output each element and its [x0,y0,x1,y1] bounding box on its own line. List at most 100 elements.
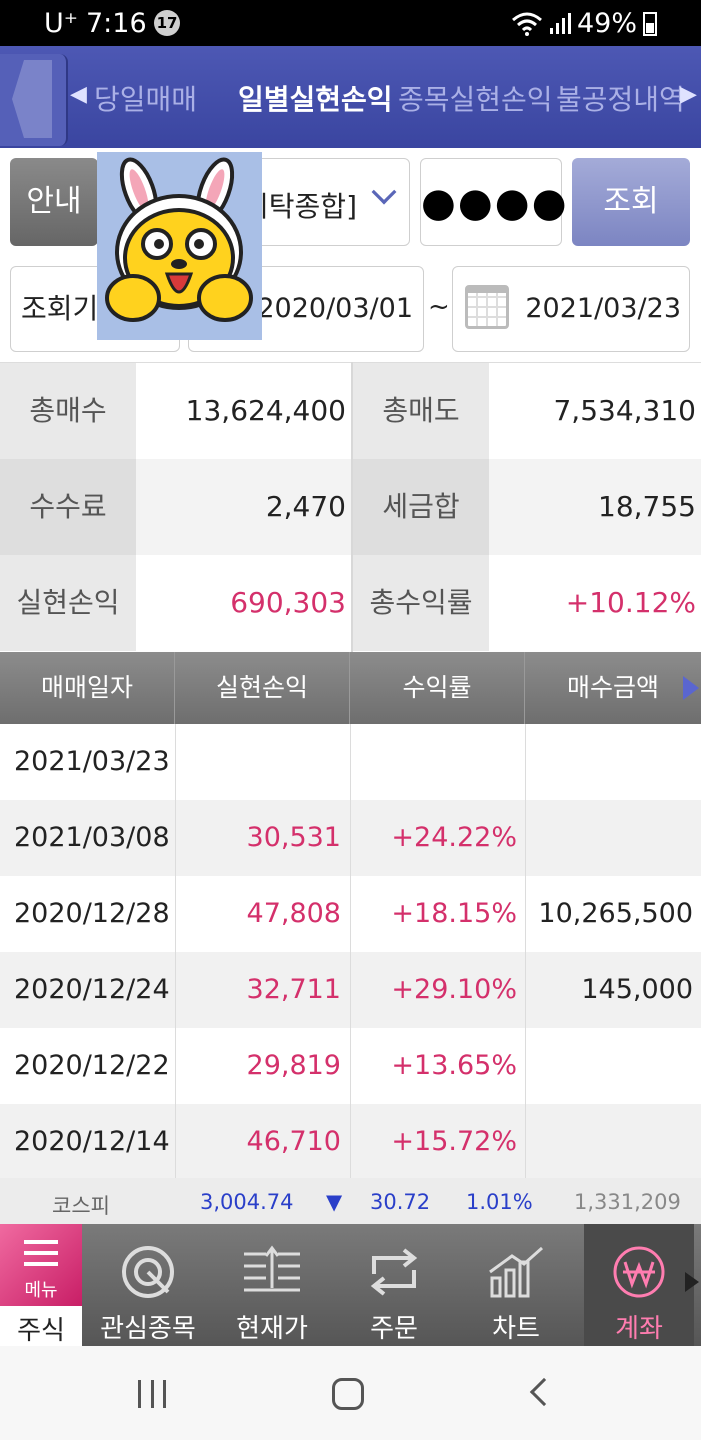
nav-watchlist[interactable]: 관심종목 [88,1224,208,1346]
ticker-change-pct: 1.01% [466,1190,533,1214]
battery-percent: 49% [576,8,637,39]
row-return-rate: +18.15% [391,898,517,929]
column-divider [525,724,526,1178]
row-date: 2020/12/24 [14,974,170,1005]
nav-label: 차트 [492,1314,540,1344]
date-separator: ~ [428,292,450,322]
index-ticker[interactable]: 코스피 3,004.74 ▼ 30.72 1.01% 1,331,209 [0,1178,701,1224]
calendar-icon[interactable] [465,285,509,329]
nav-current-price[interactable]: 현재가 [212,1224,332,1346]
ticker-change: 30.72 [370,1190,431,1214]
row-realized-pl: 46,710 [246,1126,341,1157]
tax-label: 세금합 [353,459,489,555]
tab-today-trades[interactable]: 당일매매 [94,78,197,118]
nav-chart[interactable]: 차트 [456,1224,576,1346]
battery-icon [643,11,657,36]
menu-label: 메뉴 [24,1280,58,1301]
recent-apps-icon[interactable] [138,1380,166,1408]
total-buy-label: 총매수 [0,363,136,459]
order-icon [370,1248,418,1296]
fee-label: 수수료 [0,459,136,555]
row-date: 2020/12/28 [14,898,170,929]
clock: 7:16 [86,8,147,39]
row-buy-amount: 10,265,500 [538,898,693,929]
row-realized-pl: 32,711 [246,974,341,1005]
col-header-realized-pl[interactable]: 실현손익 [175,652,350,724]
row-date: 2020/12/14 [14,1126,170,1157]
ticker-price: 3,004.74 [200,1190,294,1214]
back-icon[interactable] [529,1377,559,1407]
menu-top: 메뉴 [0,1224,82,1306]
tab-prev-arrow-icon[interactable]: ◀ [70,82,87,107]
account-won-icon [613,1246,665,1298]
hamburger-icon [24,1240,58,1266]
scroll-right-arrow-icon[interactable] [683,676,699,700]
stock-label: 주식 [17,1316,65,1346]
notification-badge: 17 [154,10,180,36]
col-header-buy-amount[interactable]: 매수금액 [525,652,701,724]
row-date: 2021/03/08 [14,822,170,853]
row-return-rate: +29.10% [391,974,517,1005]
date-to-value: 2021/03/23 [525,293,681,324]
status-icons: 49% [511,8,657,39]
column-divider [175,724,176,1178]
summary-divider [351,362,353,652]
ticker-volume: 1,331,209 [574,1190,681,1214]
total-sell-value: 7,534,310 [553,394,696,427]
nav-label: 현재가 [236,1314,308,1344]
carrier-label: U⁺ [44,8,79,39]
realized-pl-value: 690,303 [230,586,346,619]
col-header-return-rate[interactable]: 수익률 [350,652,525,724]
wifi-icon [512,12,542,36]
sticker-overlay [97,152,262,340]
tab-daily-realized-pl[interactable]: 일별실현손익 [238,78,393,118]
nav-account[interactable]: 계좌 [584,1224,694,1346]
signal-icon [549,12,571,34]
row-realized-pl: 30,531 [246,822,341,853]
row-return-rate: +13.65% [391,1050,517,1081]
row-date: 2020/12/22 [14,1050,170,1081]
row-realized-pl: 47,808 [246,898,341,929]
date-to-field[interactable]: 2021/03/23 [452,266,690,352]
total-sell-label: 총매도 [353,363,489,459]
realized-pl-label: 실현손익 [0,555,136,651]
home-icon[interactable] [332,1378,364,1410]
nav-order[interactable]: 주문 [334,1224,454,1346]
nav-label: 계좌 [615,1314,663,1344]
total-return-value: +10.12% [565,586,696,619]
ticker-index-name: 코스피 [52,1194,110,1218]
cartoon-character-icon [105,157,253,322]
row-buy-amount: 145,000 [581,974,693,1005]
row-return-rate: +15.72% [391,1126,517,1157]
tab-stock-realized-pl[interactable]: 종목실현손익 [398,78,553,118]
nav-label: 주문 [370,1314,418,1344]
tab-next-arrow-icon[interactable]: ▶ [680,82,697,107]
bottom-nav: 메뉴 주식 관심종목 현재가 주문 차트 계좌 [0,1224,701,1346]
tab-header: ◀ 당일매매 일별실현손익 종목실현손익 불공정내역 ▶ [0,46,701,148]
status-bar: U⁺ 7:16 17 49% [0,0,701,46]
total-return-label: 총수익률 [353,555,489,651]
nav-next-arrow-icon[interactable] [685,1272,699,1292]
password-field[interactable]: ●●●● [420,158,567,246]
col-header-date[interactable]: 매매일자 [0,652,175,724]
back-button[interactable] [0,54,68,146]
nav-label: 관심종목 [100,1314,196,1344]
system-nav-bar [0,1346,701,1440]
tab-unfair-history[interactable]: 불공정내역 [556,78,685,118]
current-price-icon [244,1245,300,1292]
menu-button[interactable]: 메뉴 주식 [0,1224,82,1346]
query-button[interactable]: 조회 [572,158,690,246]
guide-button[interactable]: 안내 [10,158,98,246]
fee-value: 2,470 [265,490,346,523]
column-divider [350,724,351,1178]
down-arrow-icon: ▼ [326,1190,343,1214]
table-header: 매매일자 실현손익 수익률 매수금액 [0,652,701,724]
chevron-down-icon [371,179,397,205]
row-realized-pl: 29,819 [246,1050,341,1081]
row-return-rate: +24.22% [391,822,517,853]
tax-value: 18,755 [598,490,696,523]
row-date: 2021/03/23 [14,746,170,777]
chart-icon [489,1246,543,1298]
watchlist-icon [122,1246,174,1298]
total-buy-value: 13,624,400 [185,394,346,427]
